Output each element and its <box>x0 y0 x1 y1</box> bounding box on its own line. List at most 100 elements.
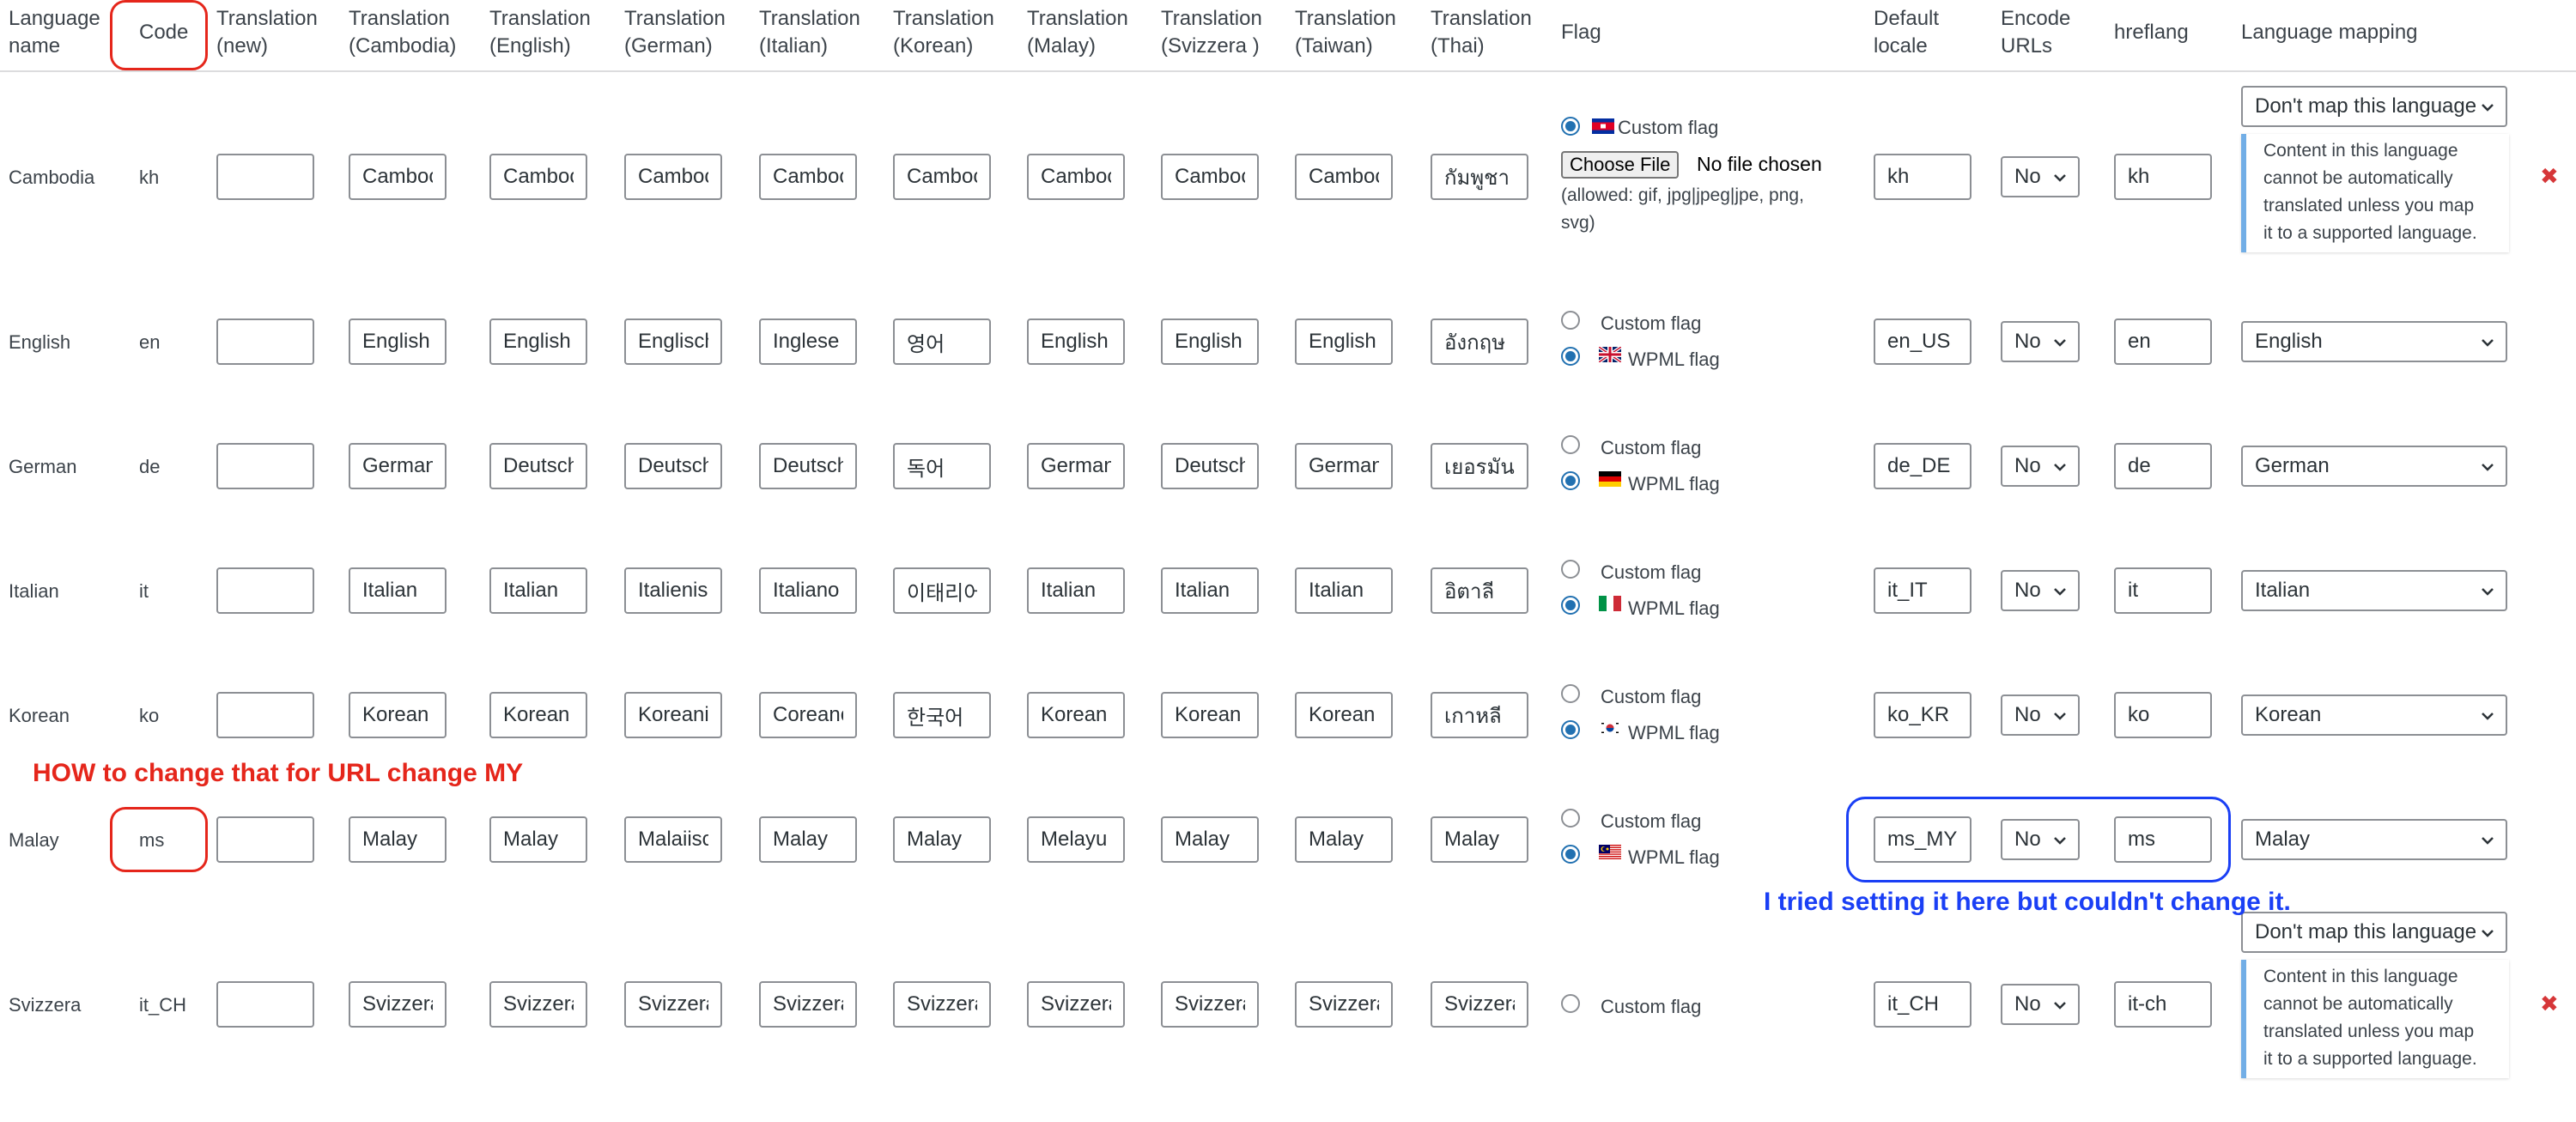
translation-input[interactable] <box>216 318 314 365</box>
hreflang-input[interactable] <box>2114 154 2212 200</box>
translation-input[interactable] <box>1431 692 1528 738</box>
encode-urls-select[interactable]: No <box>2001 984 2080 1025</box>
translation-input[interactable] <box>1161 816 1259 863</box>
encode-urls-select[interactable]: No <box>2001 570 2080 611</box>
wpml-flag-radio[interactable] <box>1561 596 1580 615</box>
hreflang-input[interactable] <box>2114 318 2212 365</box>
translation-input[interactable] <box>349 692 447 738</box>
translation-input[interactable] <box>216 567 314 614</box>
wpml-flag-radio[interactable] <box>1561 471 1580 490</box>
translation-input[interactable] <box>624 816 722 863</box>
translation-input[interactable] <box>759 567 857 614</box>
translation-input[interactable] <box>1431 318 1528 365</box>
translation-input[interactable] <box>1161 318 1259 365</box>
translation-input[interactable] <box>489 318 587 365</box>
encode-urls-select[interactable]: No <box>2001 321 2080 362</box>
translation-input[interactable] <box>624 567 722 614</box>
delete-icon[interactable]: ✖ <box>2540 991 2559 1017</box>
translation-input[interactable] <box>1295 443 1393 489</box>
translation-input[interactable] <box>1027 981 1125 1028</box>
translation-input[interactable] <box>349 443 447 489</box>
translation-input[interactable] <box>1295 981 1393 1028</box>
translation-input[interactable] <box>489 567 587 614</box>
translation-input[interactable] <box>759 816 857 863</box>
translation-input[interactable] <box>624 318 722 365</box>
translation-input[interactable] <box>1161 981 1259 1028</box>
translation-input[interactable] <box>893 567 991 614</box>
translation-input[interactable] <box>759 154 857 200</box>
translation-input[interactable] <box>1431 443 1528 489</box>
default-locale-input[interactable] <box>1874 318 1971 365</box>
language-mapping-select[interactable]: English <box>2241 321 2507 362</box>
language-mapping-select[interactable]: Korean <box>2241 694 2507 736</box>
translation-input[interactable] <box>216 692 314 738</box>
translation-input[interactable] <box>759 443 857 489</box>
translation-input[interactable] <box>1295 816 1393 863</box>
translation-input[interactable] <box>1431 816 1528 863</box>
translation-input[interactable] <box>1161 443 1259 489</box>
translation-input[interactable] <box>624 443 722 489</box>
default-locale-input[interactable] <box>1874 443 1971 489</box>
translation-input[interactable] <box>1027 567 1125 614</box>
default-locale-input[interactable] <box>1874 154 1971 200</box>
choose-file-button[interactable]: Choose File <box>1561 151 1680 179</box>
custom-flag-radio[interactable] <box>1561 117 1580 136</box>
encode-urls-select[interactable]: No <box>2001 156 2080 197</box>
translation-input[interactable] <box>216 154 314 200</box>
translation-input[interactable] <box>1027 816 1125 863</box>
translation-input[interactable] <box>1295 567 1393 614</box>
translation-input[interactable] <box>489 816 587 863</box>
translation-input[interactable] <box>489 154 587 200</box>
translation-input[interactable] <box>1027 154 1125 200</box>
translation-input[interactable] <box>893 154 991 200</box>
custom-flag-radio[interactable] <box>1561 311 1580 330</box>
custom-flag-radio[interactable] <box>1561 560 1580 579</box>
translation-input[interactable] <box>624 981 722 1028</box>
encode-urls-select[interactable]: No <box>2001 694 2080 736</box>
translation-input[interactable] <box>1431 567 1528 614</box>
translation-input[interactable] <box>759 318 857 365</box>
custom-flag-radio[interactable] <box>1561 684 1580 703</box>
translation-input[interactable] <box>759 981 857 1028</box>
language-mapping-select[interactable]: Malay <box>2241 819 2507 860</box>
translation-input[interactable] <box>489 443 587 489</box>
language-mapping-select[interactable]: Italian <box>2241 570 2507 611</box>
translation-input[interactable] <box>216 981 314 1028</box>
default-locale-input[interactable] <box>1874 981 1971 1028</box>
default-locale-input[interactable] <box>1874 692 1971 738</box>
custom-flag-radio[interactable] <box>1561 809 1580 828</box>
hreflang-input[interactable] <box>2114 567 2212 614</box>
translation-input[interactable] <box>893 443 991 489</box>
hreflang-input[interactable] <box>2114 692 2212 738</box>
translation-input[interactable] <box>893 816 991 863</box>
translation-input[interactable] <box>1161 154 1259 200</box>
translation-input[interactable] <box>1295 692 1393 738</box>
delete-icon[interactable]: ✖ <box>2540 163 2559 190</box>
wpml-flag-radio[interactable] <box>1561 347 1580 366</box>
language-mapping-select[interactable]: Don't map this language <box>2241 86 2507 127</box>
translation-input[interactable] <box>893 318 991 365</box>
custom-flag-radio[interactable] <box>1561 435 1580 454</box>
wpml-flag-radio[interactable] <box>1561 845 1580 864</box>
translation-input[interactable] <box>349 816 447 863</box>
translation-input[interactable] <box>349 318 447 365</box>
default-locale-input[interactable] <box>1874 567 1971 614</box>
translation-input[interactable] <box>1027 692 1125 738</box>
custom-flag-radio[interactable] <box>1561 994 1580 1013</box>
translation-input[interactable] <box>349 154 447 200</box>
translation-input[interactable] <box>216 816 314 863</box>
translation-input[interactable] <box>489 981 587 1028</box>
translation-input[interactable] <box>1027 318 1125 365</box>
translation-input[interactable] <box>1027 443 1125 489</box>
translation-input[interactable] <box>1295 154 1393 200</box>
translation-input[interactable] <box>624 692 722 738</box>
wpml-flag-radio[interactable] <box>1561 720 1580 739</box>
language-mapping-select[interactable]: Don't map this language <box>2241 912 2507 953</box>
translation-input[interactable] <box>1161 692 1259 738</box>
translation-input[interactable] <box>1431 154 1528 200</box>
translation-input[interactable] <box>216 443 314 489</box>
translation-input[interactable] <box>893 981 991 1028</box>
hreflang-input[interactable] <box>2114 981 2212 1028</box>
translation-input[interactable] <box>349 567 447 614</box>
encode-urls-select[interactable]: No <box>2001 446 2080 487</box>
